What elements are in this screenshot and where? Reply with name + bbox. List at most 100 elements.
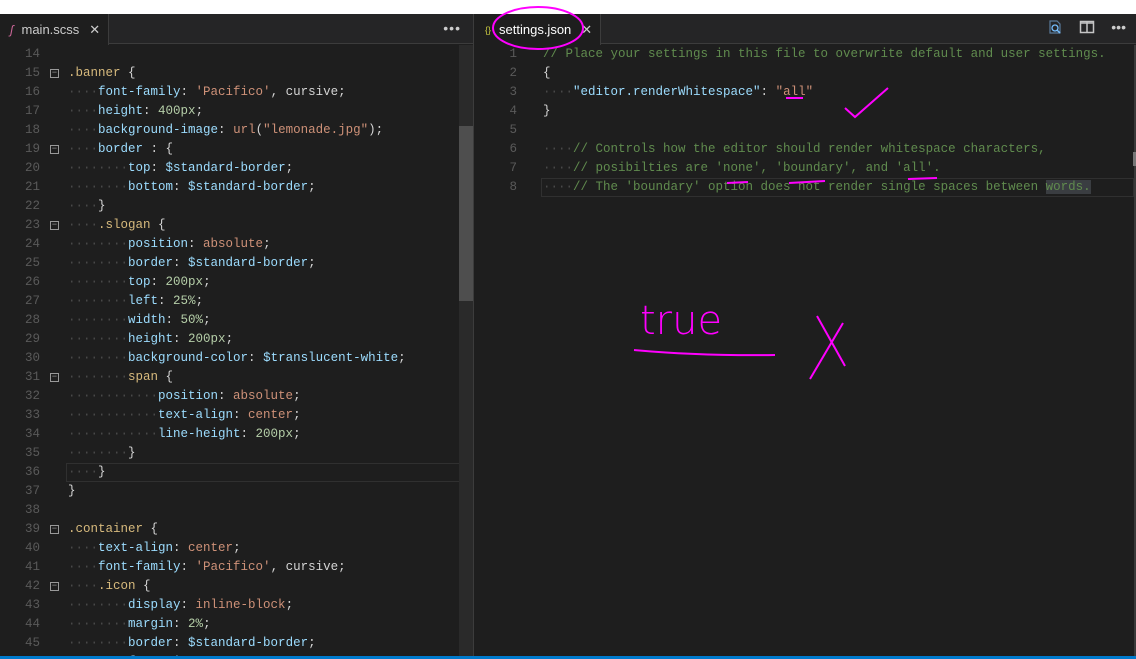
code-line[interactable]: 22 ····} — [0, 197, 473, 216]
code-line[interactable]: 33 ············text-align: center; — [0, 406, 473, 425]
code-token: 200px — [165, 275, 204, 289]
code-line[interactable]: 17 ····height: 400px; — [0, 102, 473, 121]
code-line[interactable]: 35 ········} — [0, 444, 473, 463]
tab-label: settings.json — [499, 22, 572, 37]
fold-toggle-icon[interactable]: − — [50, 525, 59, 534]
split-editor-icon[interactable] — [1079, 19, 1095, 38]
code-token: // The 'boundary' option does not render… — [573, 180, 1046, 194]
code-line[interactable]: 44 ········margin: 2%; — [0, 615, 473, 634]
line-content: ········border: $standard-border; — [68, 254, 316, 273]
whitespace-indent: ············ — [68, 389, 159, 403]
line-content: ············position: absolute; — [68, 387, 301, 406]
code-line[interactable]: 7 ····// posibilties are 'none', 'boundar… — [475, 159, 1136, 178]
code-line[interactable]: 26 ········top: 200px; — [0, 273, 473, 292]
whitespace-indent: ···· — [543, 161, 574, 175]
code-token: display — [128, 598, 181, 612]
line-number: 36 — [24, 465, 40, 479]
code-line[interactable]: 38 — [0, 501, 473, 520]
code-line[interactable]: 2{ — [475, 64, 1136, 83]
code-token: } — [543, 104, 551, 118]
code-line[interactable]: 8 ····// The 'boundary' option does not r… — [475, 178, 1136, 197]
line-number: 15 — [24, 66, 40, 80]
code-line[interactable]: 23 − ····.slogan { — [0, 216, 473, 235]
fold-toggle-icon[interactable]: − — [50, 145, 59, 154]
code-line[interactable]: 40 ····text-align: center; — [0, 539, 473, 558]
whitespace-indent: ···· — [68, 560, 99, 574]
right-editor-pane[interactable]: {} settings.json ✕ ••• 1 // Place your se… — [475, 14, 1136, 659]
open-preview-icon[interactable] — [1047, 19, 1063, 38]
line-content: ····font-family: 'Pacifico', cursive; — [68, 83, 346, 102]
line-number: 40 — [24, 541, 40, 555]
code-line[interactable]: 45 ········border: $standard-border; — [0, 634, 473, 653]
code-token: ; — [233, 541, 241, 555]
line-number: 33 — [24, 408, 40, 422]
code-line[interactable]: 39 − .container { — [0, 520, 473, 539]
line-number: 17 — [24, 104, 40, 118]
code-line[interactable]: 21 ········bottom: $standard-border; — [0, 178, 473, 197]
code-token: ; — [338, 560, 346, 574]
more-actions-icon[interactable]: ••• — [443, 20, 461, 36]
fold-toggle-icon[interactable]: − — [50, 69, 59, 78]
line-number: 21 — [24, 180, 40, 194]
code-line[interactable]: 6 ····// Controls how the editor should r… — [475, 140, 1136, 159]
code-token: ; — [308, 180, 316, 194]
fold-toggle-icon[interactable]: − — [50, 221, 59, 230]
code-line[interactable]: 42 − ····.icon { — [0, 577, 473, 596]
left-editor-pane[interactable]: ʃ main.scss ✕ ••• 14 15− .banner {16 ····fo… — [0, 14, 474, 659]
code-token: absolute — [233, 389, 294, 403]
line-number: 44 — [24, 617, 40, 631]
line-number: 39 — [24, 522, 40, 536]
code-line[interactable]: 29 ········height: 200px; — [0, 330, 473, 349]
code-line[interactable]: 32 ············position: absolute; — [0, 387, 473, 406]
code-line[interactable]: 19 − ····border : { — [0, 140, 473, 159]
line-content: ····// posibilties are 'none', 'boundary… — [543, 159, 941, 178]
whitespace-indent: ···· — [543, 85, 574, 99]
code-line[interactable]: 16 ····font-family: 'Pacifico', cursive; — [0, 83, 473, 102]
fold-toggle-icon[interactable]: − — [50, 582, 59, 591]
code-token: ; — [398, 351, 406, 365]
whitespace-indent: ············ — [68, 408, 159, 422]
code-token: "editor.renderWhitespace" — [573, 85, 761, 99]
scrollbar-thumb[interactable] — [459, 126, 473, 301]
line-content: ········display: inline-block; — [68, 596, 293, 615]
code-editor-settings-json[interactable]: 1 // Place your settings in this file to … — [475, 45, 1136, 197]
code-line[interactable]: 20 ········top: $standard-border; — [0, 159, 473, 178]
line-number: 25 — [24, 256, 40, 270]
code-line[interactable]: 31 − ········span { — [0, 368, 473, 387]
whitespace-indent: ···· — [68, 85, 99, 99]
code-token: ; — [338, 85, 346, 99]
code-line[interactable]: 34 ············line-height: 200px; — [0, 425, 473, 444]
more-actions-icon[interactable]: ••• — [1111, 19, 1126, 38]
code-line[interactable]: 24 ········position: absolute; — [0, 235, 473, 254]
line-content: ········bottom: $standard-border; — [68, 178, 316, 197]
whitespace-indent: ···· — [68, 142, 99, 156]
code-line[interactable]: 25 ········border: $standard-border; — [0, 254, 473, 273]
code-editor-main-scss[interactable]: 14 15− .banner {16 ····font-family: 'Pacifi… — [0, 45, 473, 659]
code-line[interactable]: 41 ····font-family: 'Pacifico', cursive; — [0, 558, 473, 577]
code-line[interactable]: 15 − .banner { — [0, 64, 473, 83]
code-line[interactable]: 30 ········background-color: $translucent… — [0, 349, 473, 368]
line-number: 31 — [24, 370, 40, 384]
line-number: 6 — [509, 142, 517, 156]
code-line[interactable]: 27 ········left: 25%; — [0, 292, 473, 311]
code-line[interactable]: 28 ········width: 50%; — [0, 311, 473, 330]
code-line[interactable]: 1 // Place your settings in this file to … — [475, 45, 1136, 64]
code-line[interactable]: 36 ····} — [0, 463, 473, 482]
tab-settings-json[interactable]: {} settings.json ✕ — [475, 14, 602, 45]
close-tab-icon[interactable]: ✕ — [89, 22, 100, 38]
code-token: 25% — [173, 294, 196, 308]
code-token: : — [173, 256, 189, 270]
fold-toggle-icon[interactable]: − — [50, 373, 59, 382]
tab-main-scss[interactable]: ʃ main.scss ✕ — [0, 14, 110, 45]
close-tab-icon[interactable]: ✕ — [581, 22, 592, 38]
code-line[interactable]: 37} — [0, 482, 473, 501]
code-line[interactable]: 43 ········display: inline-block; — [0, 596, 473, 615]
code-line[interactable]: 5 — [475, 121, 1136, 140]
code-line[interactable]: 4} — [475, 102, 1136, 121]
code-line[interactable]: 14 — [0, 45, 473, 64]
code-token: : — [150, 161, 166, 175]
line-number: 32 — [24, 389, 40, 403]
code-token: : — [173, 332, 189, 346]
code-line[interactable]: 18 ····background-image: url("lemonade.jp… — [0, 121, 473, 140]
code-line[interactable]: 3 ····"editor.renderWhitespace": "all" — [475, 83, 1136, 102]
